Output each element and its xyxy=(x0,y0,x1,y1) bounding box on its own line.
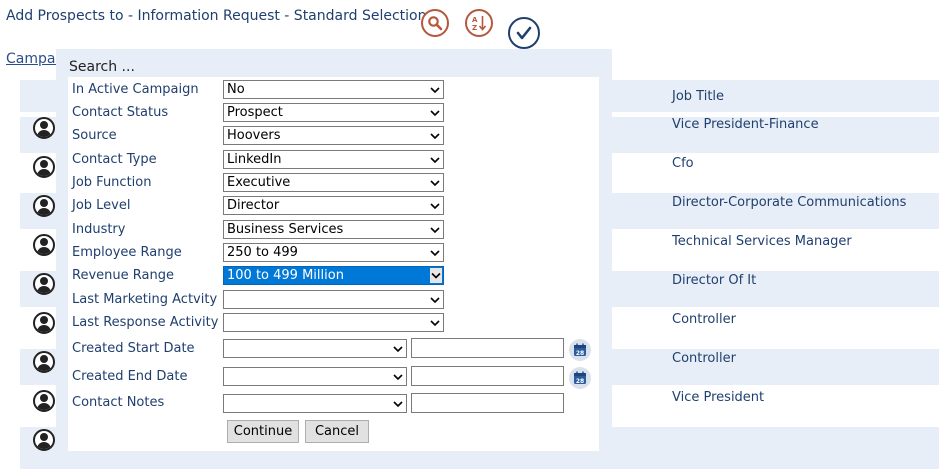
calendar-icon: 28 xyxy=(574,343,586,357)
chevron-down-icon xyxy=(430,268,442,283)
calendar-icon: 28 xyxy=(574,371,586,385)
source-select[interactable]: Hoovers xyxy=(223,126,444,145)
in-active-campaign-label: In Active Campaign xyxy=(72,82,199,97)
search-dialog-title: Search ... xyxy=(69,59,135,75)
industry-select[interactable]: Business Services xyxy=(223,220,444,239)
contact-type-select[interactable]: LinkedIn xyxy=(223,150,444,169)
job-title-cell: Vice President-Finance xyxy=(672,117,819,132)
created-start-date-select[interactable] xyxy=(223,339,407,358)
chevron-down-icon xyxy=(430,203,440,210)
calendar-badge: 28 xyxy=(576,378,584,385)
created-end-date-select[interactable] xyxy=(223,367,407,386)
job-title-cell: Technical Services Manager xyxy=(672,234,852,249)
search-dialog-body: In Active Campaign Contact Status Source… xyxy=(68,77,599,451)
chevron-down-icon xyxy=(430,320,440,327)
person-icon[interactable] xyxy=(33,429,55,451)
last-response-activity-label: Last Response Activity xyxy=(72,315,219,330)
person-icon[interactable] xyxy=(33,234,55,256)
created-end-date-input[interactable] xyxy=(411,366,564,386)
in-active-campaign-select[interactable]: No xyxy=(223,80,444,99)
created-start-date-input[interactable] xyxy=(411,338,564,358)
campaign-link[interactable]: Campai xyxy=(6,51,59,67)
chevron-down-icon xyxy=(430,133,440,140)
chevron-down-icon xyxy=(430,250,440,257)
job-function-label: Job Function xyxy=(72,175,152,190)
job-title-cell: Vice President xyxy=(672,390,765,405)
contact-status-value: Prospect xyxy=(227,105,283,120)
revenue-range-label: Revenue Range xyxy=(72,268,174,283)
industry-label: Industry xyxy=(72,222,126,237)
cancel-button[interactable]: Cancel xyxy=(305,420,369,443)
job-title-header: Job Title xyxy=(672,89,725,104)
created-start-date-label: Created Start Date xyxy=(72,341,195,356)
chevron-down-icon xyxy=(430,110,440,117)
job-function-value: Executive xyxy=(227,175,291,190)
person-icon[interactable] xyxy=(33,312,55,334)
job-level-value: Director xyxy=(227,198,280,213)
contact-type-value: LinkedIn xyxy=(227,152,282,167)
job-title-cell: Controller xyxy=(672,312,736,327)
job-title-cell: Cfo xyxy=(672,156,694,171)
check-icon xyxy=(516,26,532,40)
chevron-down-icon xyxy=(393,374,403,381)
search-dialog: Search ... In Active Campaign Contact St… xyxy=(56,49,612,457)
last-marketing-activity-label: Last Marketing Actvity xyxy=(72,292,218,307)
person-icon[interactable] xyxy=(33,156,55,178)
job-level-label: Job Level xyxy=(72,198,131,213)
source-label: Source xyxy=(72,128,117,143)
contact-notes-select[interactable] xyxy=(223,394,407,413)
revenue-range-select[interactable]: 100 to 499 Million xyxy=(223,266,444,285)
svg-text:A: A xyxy=(472,16,478,24)
contact-notes-input[interactable] xyxy=(411,393,564,413)
chevron-down-icon xyxy=(430,297,440,304)
chevron-down-icon xyxy=(430,157,440,164)
search-button[interactable] xyxy=(421,9,449,37)
in-active-campaign-value: No xyxy=(227,82,245,97)
contact-notes-label: Contact Notes xyxy=(72,395,165,410)
person-icon[interactable] xyxy=(33,351,55,373)
job-title-cell: Director-Corporate Communications xyxy=(672,195,907,210)
employee-range-label: Employee Range xyxy=(72,245,182,260)
person-icon[interactable] xyxy=(33,195,55,217)
person-icon[interactable] xyxy=(33,273,55,295)
job-title-cell: Director Of It xyxy=(672,273,757,288)
chevron-down-icon xyxy=(393,401,403,408)
industry-value: Business Services xyxy=(227,222,344,237)
last-response-activity-select[interactable] xyxy=(223,313,444,332)
employee-range-value: 250 to 499 xyxy=(227,245,298,260)
contact-type-label: Contact Type xyxy=(72,152,157,167)
contact-status-select[interactable]: Prospect xyxy=(223,103,444,122)
chevron-down-icon xyxy=(393,346,403,353)
job-title-cell: Controller xyxy=(672,351,736,366)
person-icon[interactable] xyxy=(33,390,55,412)
confirm-button[interactable] xyxy=(508,17,540,49)
last-marketing-activity-select[interactable] xyxy=(223,290,444,309)
contact-status-label: Contact Status xyxy=(72,105,169,120)
calendar-button[interactable]: 28 xyxy=(569,339,591,361)
chevron-down-icon xyxy=(430,227,440,234)
sort-button[interactable]: A Z xyxy=(465,9,493,37)
person-icon[interactable] xyxy=(33,117,55,139)
job-level-select[interactable]: Director xyxy=(223,196,444,215)
calendar-button[interactable]: 28 xyxy=(569,367,591,389)
chevron-down-icon xyxy=(430,87,440,94)
continue-button[interactable]: Continue xyxy=(227,420,299,443)
job-function-select[interactable]: Executive xyxy=(223,173,444,192)
page-title: Add Prospects to - Information Request -… xyxy=(6,8,427,24)
source-value: Hoovers xyxy=(227,128,281,143)
employee-range-select[interactable]: 250 to 499 xyxy=(223,243,444,262)
svg-text:Z: Z xyxy=(472,24,477,32)
revenue-range-value: 100 to 499 Million xyxy=(227,268,344,283)
chevron-down-icon xyxy=(430,180,440,187)
search-icon xyxy=(428,16,443,31)
sort-icon: A Z xyxy=(472,16,487,32)
calendar-badge: 28 xyxy=(576,350,584,357)
created-end-date-label: Created End Date xyxy=(72,369,188,384)
